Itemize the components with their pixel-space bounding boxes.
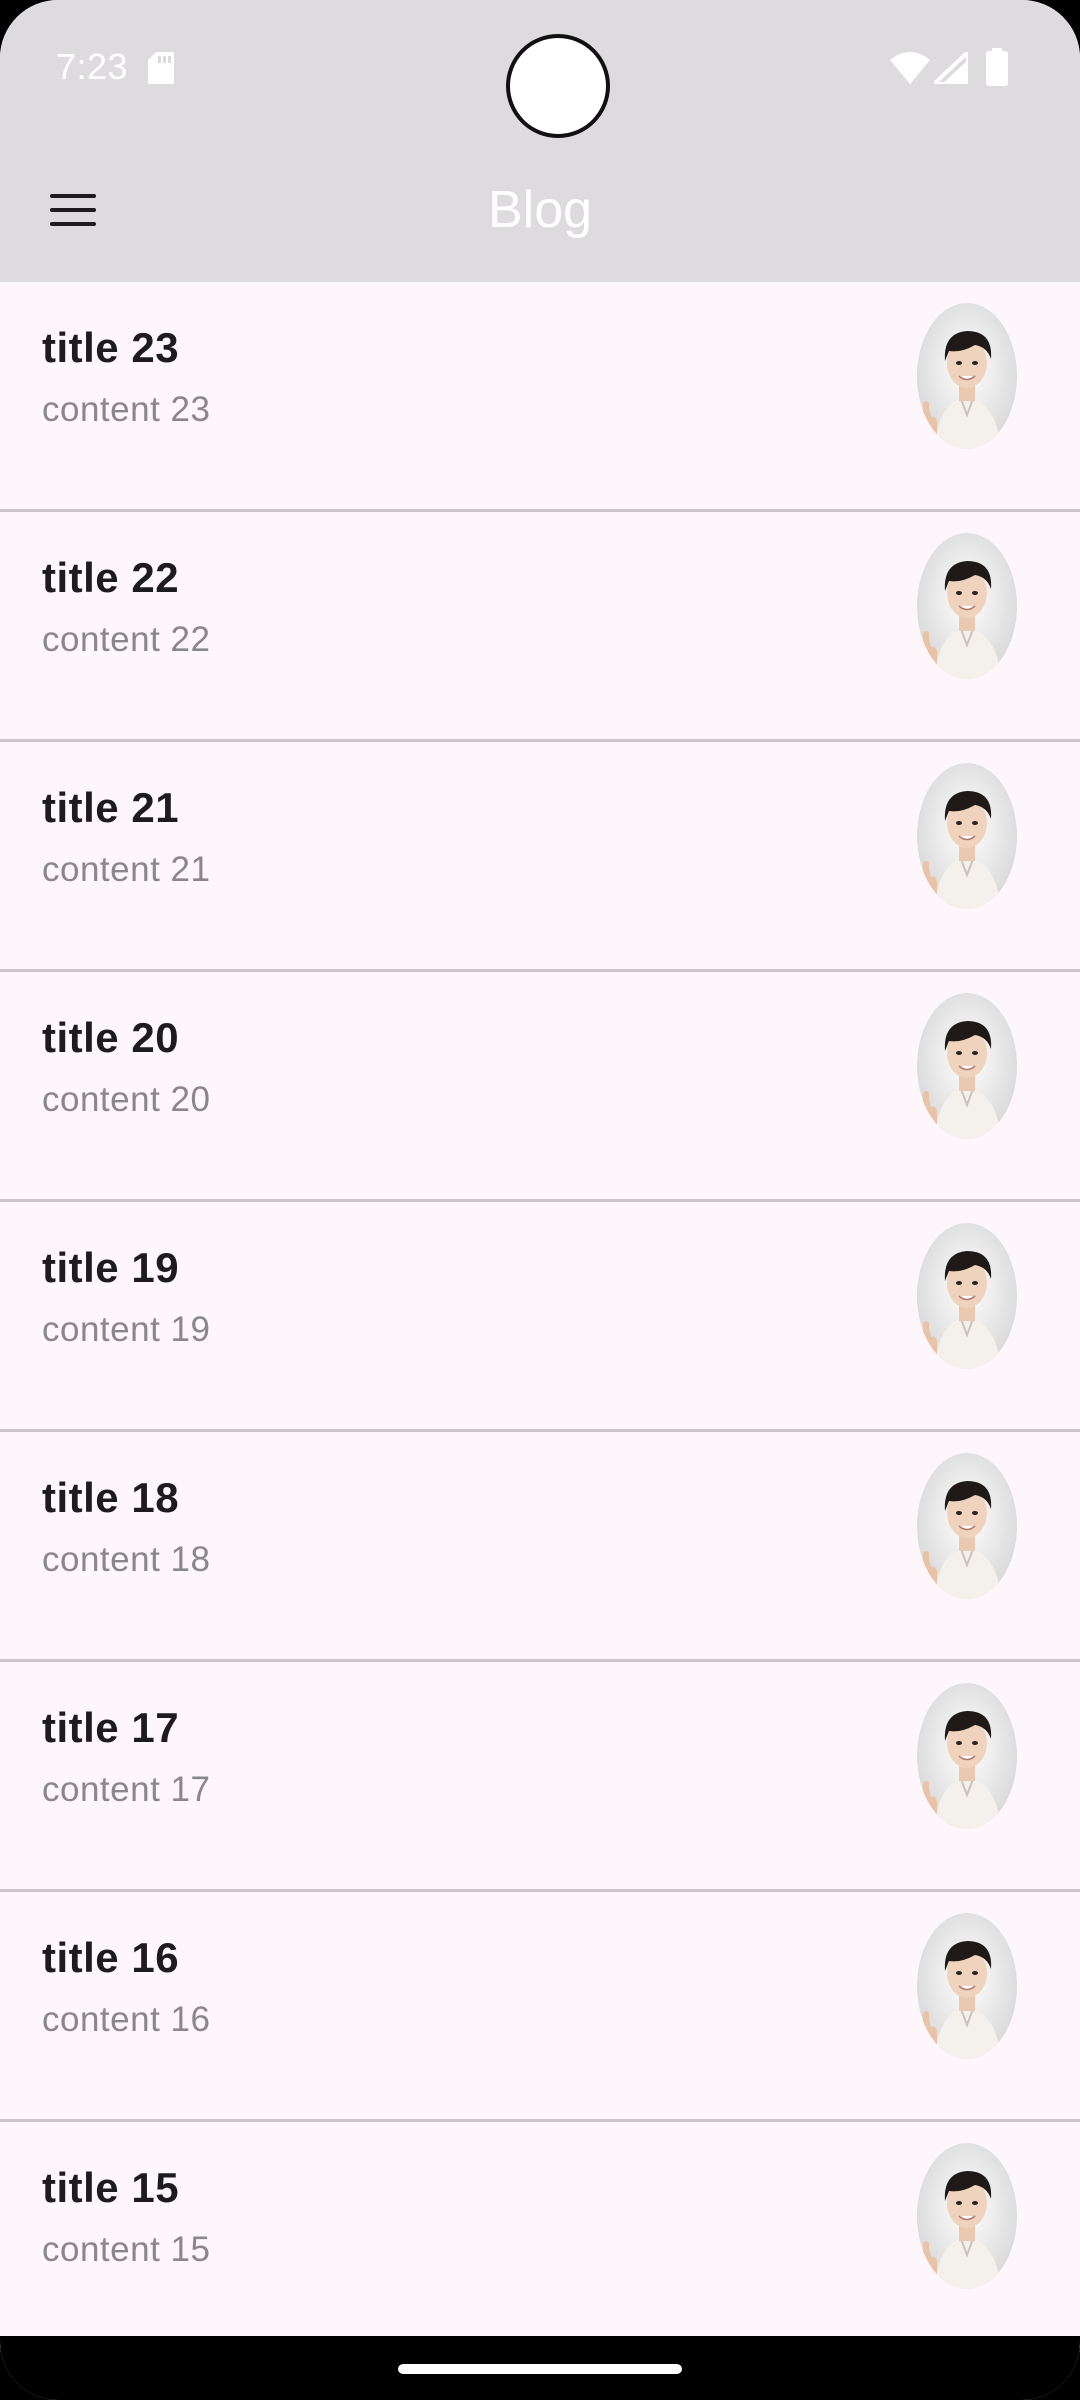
- list-item[interactable]: title 17 content 17: [0, 1662, 1080, 1892]
- avatar: [917, 533, 1017, 679]
- front-camera: [506, 34, 610, 138]
- avatar: [917, 2143, 1017, 2289]
- status-bar: 7:23: [0, 0, 1080, 140]
- post-title: title 21: [42, 784, 180, 831]
- post-title: title 15: [42, 2164, 180, 2211]
- list-item[interactable]: title 18 content 18: [0, 1432, 1080, 1662]
- sd-card-icon: [148, 52, 174, 84]
- post-title: title 19: [42, 1244, 180, 1291]
- app-screen: 7:23 Blog title 23 content 23 title 22 c…: [0, 0, 1080, 2400]
- post-title: title 16: [42, 1934, 180, 1981]
- avatar: [917, 763, 1017, 909]
- avatar: [917, 1453, 1017, 1599]
- post-title: title 18: [42, 1474, 180, 1521]
- app-title: Blog: [487, 181, 593, 239]
- list-item[interactable]: title 15 content 15: [0, 2122, 1080, 2352]
- avatar: [917, 1223, 1017, 1369]
- post-content: content 19: [42, 1310, 211, 1349]
- blog-post-list[interactable]: title 23 content 23 title 22 content 22 …: [0, 282, 1080, 2352]
- home-gesture-handle[interactable]: [398, 2364, 682, 2374]
- navigation-bar: [0, 2336, 1080, 2400]
- avatar: [917, 303, 1017, 449]
- status-time: 7:23: [56, 46, 129, 87]
- list-item[interactable]: title 22 content 22: [0, 512, 1080, 742]
- list-item[interactable]: title 16 content 16: [0, 1892, 1080, 2122]
- post-content: content 23: [42, 390, 211, 429]
- signal-icon: [934, 52, 968, 84]
- post-title: title 20: [42, 1014, 180, 1061]
- post-content: content 20: [42, 1080, 211, 1119]
- top-area: 7:23 Blog: [0, 0, 1080, 282]
- app-bar: Blog: [0, 140, 1080, 282]
- wifi-icon: [890, 52, 930, 84]
- post-content: content 17: [42, 1770, 211, 1809]
- post-title: title 22: [42, 554, 180, 601]
- post-title: title 23: [42, 324, 180, 371]
- post-content: content 16: [42, 2000, 211, 2039]
- avatar: [917, 1683, 1017, 1829]
- post-content: content 18: [42, 1540, 211, 1579]
- list-item[interactable]: title 19 content 19: [0, 1202, 1080, 1432]
- post-content: content 15: [42, 2230, 211, 2269]
- list-item[interactable]: title 21 content 21: [0, 742, 1080, 972]
- post-content: content 21: [42, 850, 211, 889]
- list-item[interactable]: title 20 content 20: [0, 972, 1080, 1202]
- list-item[interactable]: title 23 content 23: [0, 282, 1080, 512]
- avatar: [917, 993, 1017, 1139]
- post-title: title 17: [42, 1704, 180, 1751]
- avatar: [917, 1913, 1017, 2059]
- battery-icon: [986, 48, 1008, 86]
- post-content: content 22: [42, 620, 211, 659]
